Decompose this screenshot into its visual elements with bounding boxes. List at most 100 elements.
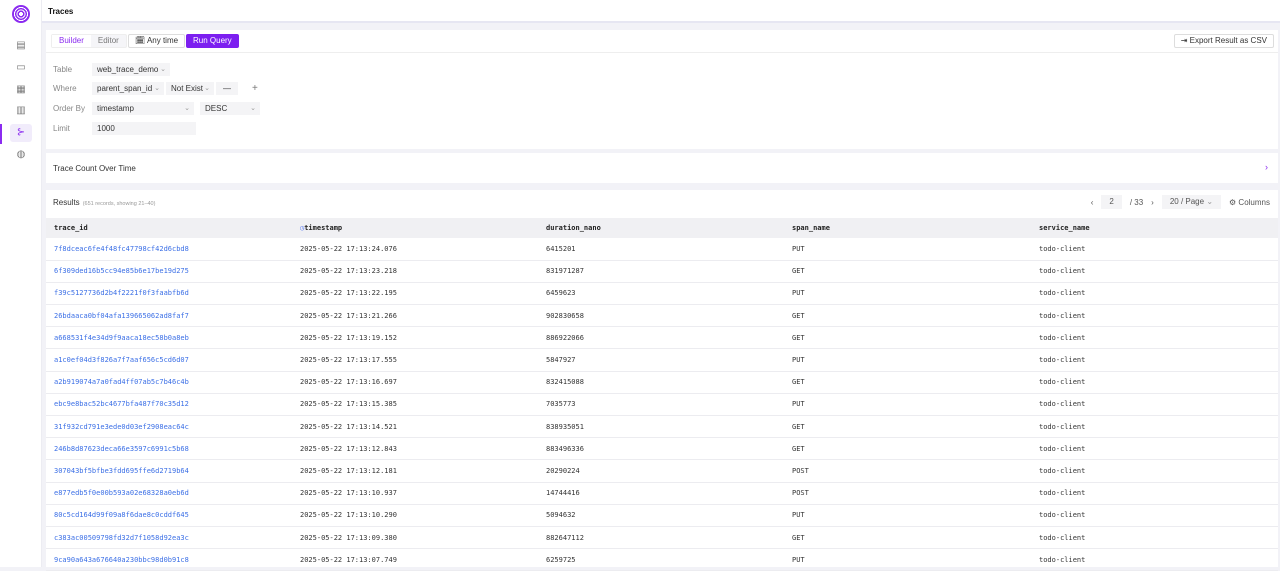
trace-id-link[interactable]: 9ca90a643a676640a230bbc98d0b91c8 (46, 548, 292, 571)
table-cell: 2025-05-22 17:13:23.218 (292, 260, 538, 283)
results-panel: Results (651 records, showing 21–40) ‹ 2 … (46, 190, 1278, 571)
add-condition-button[interactable]: + (252, 83, 258, 94)
column-header[interactable]: duration_nano (538, 218, 784, 238)
run-query-button[interactable]: Run Query (186, 34, 239, 48)
table-cell: GET (784, 415, 1031, 439)
table-label: Table (53, 65, 73, 74)
folder-icon[interactable]: ▭ (10, 59, 32, 77)
where-operator-select[interactable]: Not Exist ⌄ (166, 82, 214, 95)
table-cell: todo-client (1031, 238, 1278, 261)
table-cell: 886922066 (538, 326, 784, 350)
table-row[interactable]: 31f932cd791e3ede0d03ef2908eac64c 2025-05-… (46, 415, 1278, 439)
mode-toggle: Builder Editor (51, 34, 127, 48)
table-row[interactable]: 7f8dceac6fe4f48fc47798cf42d6cbd8 2025-05-… (46, 238, 1278, 261)
table-cell: todo-client (1031, 437, 1278, 461)
table-cell: 2025-05-22 17:13:10.937 (292, 482, 538, 505)
limit-input[interactable]: 1000 (92, 122, 196, 135)
export-icon: ⇥ (1180, 36, 1188, 45)
table-icon[interactable]: ▥ (10, 102, 32, 120)
table-cell: 2025-05-22 17:13:10.290 (292, 504, 538, 527)
trace-id-link[interactable]: 26bdaaca0bf04afa139665062ad8faf7 (46, 304, 292, 328)
page-title: Traces (48, 7, 74, 16)
trace-id-link[interactable]: 307043bf5bfbe3fdd695ffe6d2719b64 (46, 459, 292, 483)
table-row[interactable]: 80c5cd164d99f09a8f6dae8c0cddf645 2025-05-… (46, 504, 1278, 527)
table-row[interactable]: a1c0ef04d3f826a7f7aaf656c5cd6d07 2025-05-… (46, 348, 1278, 372)
page-input[interactable]: 2 (1101, 195, 1122, 209)
trace-id-link[interactable]: 7f8dceac6fe4f48fc47798cf42d6cbd8 (46, 238, 292, 261)
trace-id-link[interactable]: 246b8d87623deca66e3597c6991c5b68 (46, 437, 292, 461)
trace-id-link[interactable]: 31f932cd791e3ede0d03ef2908eac64c (46, 415, 292, 439)
table-cell: 2025-05-22 17:13:07.749 (292, 548, 538, 571)
table-cell: 2025-05-22 17:13:14.521 (292, 415, 538, 439)
gear-icon: ⚙ (1229, 197, 1237, 207)
table-cell: POST (784, 482, 1031, 505)
column-header[interactable]: span_name (784, 218, 1031, 238)
column-header[interactable]: service_name (1031, 218, 1278, 238)
table-row[interactable]: e877edb5f0e00b593a02e68328a0eb6d 2025-05-… (46, 482, 1278, 505)
table-row[interactable]: 246b8d87623deca66e3597c6991c5b68 2025-05-… (46, 437, 1278, 461)
trace-id-link[interactable]: f39c5127736d2b4f2221f0f3faabfb6d (46, 282, 292, 306)
where-label: Where (53, 84, 77, 93)
table-row[interactable]: f39c5127736d2b4f2221f0f3faabfb6d 2025-05-… (46, 282, 1278, 306)
trace-id-link[interactable]: c383ac00509798fd32d7f1058d92ea3c (46, 526, 292, 550)
trace-id-link[interactable]: ebc9e8bac52bc4677bfa487f70c35d12 (46, 393, 292, 417)
table-row[interactable]: 6f309ded16b5cc94e85b6e17be19d275 2025-05-… (46, 260, 1278, 283)
time-range-button[interactable]: 🗓 Any time (128, 34, 186, 48)
order-label: Order By (53, 104, 86, 113)
trace-id-link[interactable]: a1c0ef04d3f826a7f7aaf656c5cd6d07 (46, 348, 292, 372)
export-csv-button[interactable]: ⇥ Export Result as CSV (1173, 34, 1274, 48)
table-cell: PUT (784, 238, 1031, 261)
table-cell: 2025-05-22 17:13:12.843 (292, 437, 538, 461)
trace-count-section[interactable]: Trace Count Over Time › (46, 153, 1278, 183)
columns-button[interactable]: ⚙ Columns (1229, 198, 1270, 207)
chevron-down-icon: ⌄ (250, 105, 256, 112)
traces-icon[interactable]: ⊱ (10, 124, 32, 142)
table-cell: todo-client (1031, 282, 1278, 306)
prev-page-icon[interactable]: ‹ (1091, 198, 1094, 207)
table-cell: todo-client (1031, 348, 1278, 372)
page-size-select[interactable]: 20 / Page ⌄ (1161, 195, 1222, 209)
chevron-right-icon[interactable]: › (1265, 162, 1268, 172)
trace-id-link[interactable]: e877edb5f0e00b593a02e68328a0eb6d (46, 482, 292, 505)
table-row[interactable]: ebc9e8bac52bc4677bfa487f70c35d12 2025-05-… (46, 393, 1278, 417)
table-row[interactable]: c383ac00509798fd32d7f1058d92ea3c 2025-05-… (46, 526, 1278, 550)
trace-id-link[interactable]: a668531f4e34d9f9aaca18ec58b0a8eb (46, 326, 292, 350)
table-row[interactable]: 9ca90a643a676640a230bbc98d0b91c8 2025-05-… (46, 548, 1278, 571)
table-row[interactable]: 26bdaaca0bf04afa139665062ad8faf7 2025-05-… (46, 304, 1278, 328)
table-cell: todo-client (1031, 504, 1278, 527)
sidebar: ▤ ▭ ▦ ▥ ⊱ ◍ (0, 0, 42, 567)
where-value-input[interactable]: — (216, 82, 238, 95)
table-row[interactable]: a2b919074a7a0fad4ff07ab5c7b46c4b 2025-05-… (46, 371, 1278, 394)
notebook-icon[interactable]: ▦ (10, 81, 32, 99)
table-cell: 2025-05-22 17:13:12.181 (292, 459, 538, 483)
order-field-select[interactable]: timestamp ⌄ (92, 102, 194, 115)
tab-editor[interactable]: Editor (91, 35, 126, 47)
chevron-down-icon: ⌄ (1206, 197, 1214, 206)
table-row[interactable]: a668531f4e34d9f9aaca18ec58b0a8eb 2025-05-… (46, 326, 1278, 350)
trace-id-link[interactable]: 80c5cd164d99f09a8f6dae8c0cddf645 (46, 504, 292, 527)
table-cell: 883496336 (538, 437, 784, 461)
table-row[interactable]: 307043bf5bfbe3fdd695ffe6d2719b64 2025-05-… (46, 459, 1278, 483)
order-direction-select[interactable]: DESC ⌄ (200, 102, 260, 115)
monitor-icon[interactable]: ◍ (10, 146, 32, 164)
trace-id-link[interactable]: 6f309ded16b5cc94e85b6e17be19d275 (46, 260, 292, 283)
trace-id-link[interactable]: a2b919074a7a0fad4ff07ab5c7b46c4b (46, 371, 292, 394)
table-cell: GET (784, 437, 1031, 461)
next-page-icon[interactable]: › (1151, 198, 1154, 207)
logo[interactable] (12, 5, 30, 23)
table-cell: todo-client (1031, 260, 1278, 283)
dashboard-icon[interactable]: ▤ (10, 37, 32, 55)
table-cell: 5847927 (538, 348, 784, 372)
table-cell: PUT (784, 348, 1031, 372)
tab-builder[interactable]: Builder (52, 35, 91, 47)
query-builder: Builder Editor 🗓 Any time Run Query ⇥ Ex… (46, 30, 1278, 149)
column-header[interactable]: ◷timestamp (292, 218, 538, 238)
where-field-select[interactable]: parent_span_id ⌄ (92, 82, 164, 95)
table-cell: 2025-05-22 17:13:22.195 (292, 282, 538, 306)
column-header[interactable]: trace_id (46, 218, 292, 238)
chevron-down-icon: ⌄ (160, 66, 166, 73)
table-cell: 6459623 (538, 282, 784, 306)
table-select[interactable]: web_trace_demo ⌄ (92, 63, 170, 76)
table-cell: 14744416 (538, 482, 784, 505)
table-cell: 20290224 (538, 459, 784, 483)
